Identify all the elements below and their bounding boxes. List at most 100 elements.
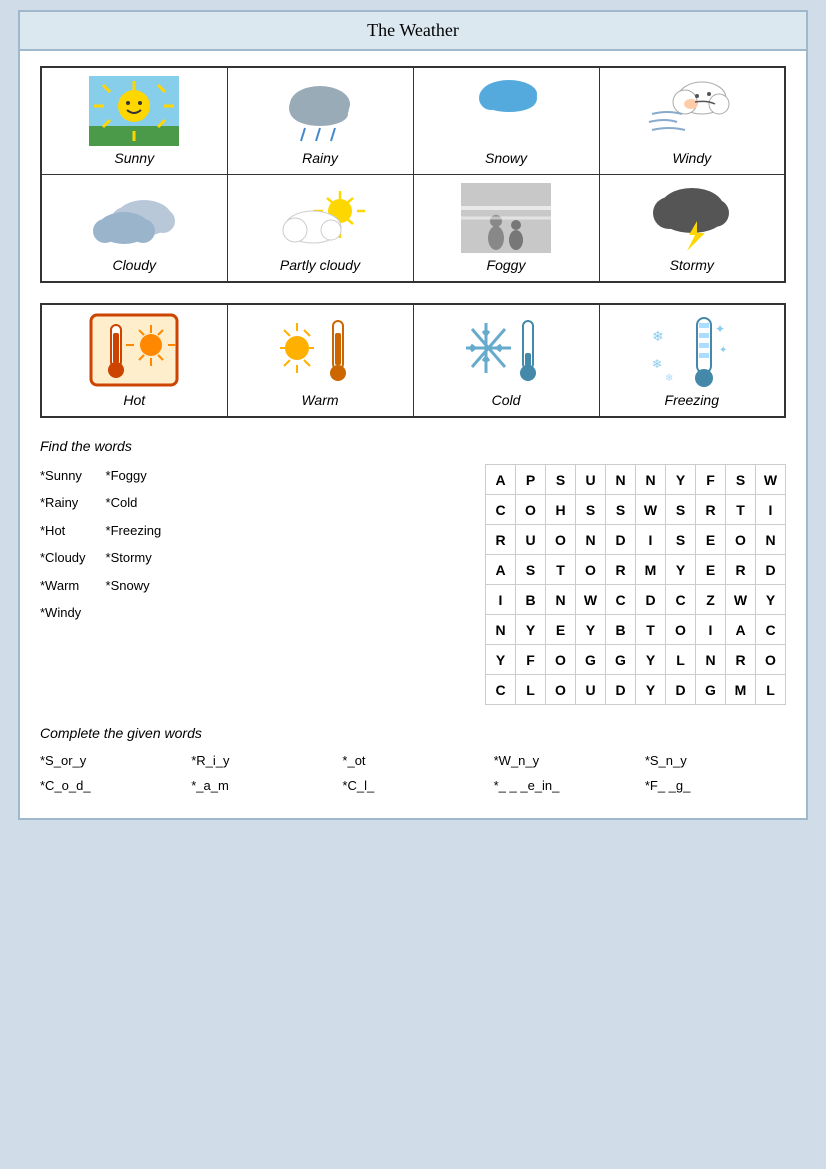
ws-cell: D (606, 525, 636, 555)
weather-label-windy: Windy (672, 150, 711, 166)
complete-row: *C_o_d_*_a_m*C_l_*_ _ _e_in_*F_ _g_ (40, 778, 786, 793)
weather-label-foggy: Foggy (487, 257, 526, 273)
weather-cell-partly-cloudy: Partly cloudy (227, 175, 413, 283)
ws-cell: N (696, 645, 726, 675)
ws-cell: Y (666, 555, 696, 585)
weather-cell-snowy: ❄ ❄ ❄ Snowy (413, 67, 599, 175)
ws-cell: D (666, 675, 696, 705)
ws-cell: I (756, 495, 786, 525)
ws-cell: W (726, 585, 756, 615)
ws-cell: Y (636, 675, 666, 705)
ws-cell: F (696, 465, 726, 495)
svg-text:❄: ❄ (519, 113, 532, 130)
ws-cell: O (756, 645, 786, 675)
ws-cell: N (576, 525, 606, 555)
weather-label-sunny: Sunny (114, 150, 154, 166)
weather-label-snowy: Snowy (485, 150, 527, 166)
ws-cell: U (516, 525, 546, 555)
ws-cell: R (486, 525, 516, 555)
ws-cell: C (486, 675, 516, 705)
ws-cell: S (666, 525, 696, 555)
word-list: *Sunny*Rainy*Hot*Cloudy*Warm*Windy *Fogg… (40, 464, 200, 705)
find-words-label: Find the words (40, 438, 786, 454)
ws-cell: N (486, 615, 516, 645)
ws-cell: Y (486, 645, 516, 675)
wordsearch-section: Find the words *Sunny*Rainy*Hot*Cloudy*W… (40, 438, 786, 705)
word-list-item: *Snowy (106, 574, 162, 597)
word-list-item: *Foggy (106, 464, 162, 487)
complete-label: Complete the given words (40, 725, 786, 741)
ws-cell: Y (636, 645, 666, 675)
ws-cell: E (696, 525, 726, 555)
ws-cell: W (576, 585, 606, 615)
ws-cell: B (516, 585, 546, 615)
svg-text:❄: ❄ (652, 328, 664, 344)
word-list-item: *Stormy (106, 546, 162, 569)
word-list-item: *Sunny (40, 464, 86, 487)
ws-cell: N (606, 465, 636, 495)
word-list-item: *Cloudy (40, 546, 86, 569)
ws-cell: S (606, 495, 636, 525)
temp-cell-cold: Cold (413, 304, 599, 417)
temp-cell-freezing: ❄ ❄ ❄ ✦ ✦ Free (599, 304, 785, 417)
ws-cell: W (756, 465, 786, 495)
ws-cell: D (636, 585, 666, 615)
complete-item: *S_or_y (40, 753, 181, 768)
word-list-item: *Hot (40, 519, 86, 542)
ws-cell: E (696, 555, 726, 585)
svg-text:✦: ✦ (715, 322, 725, 336)
weather-cell-foggy: Foggy (413, 175, 599, 283)
ws-cell: Y (666, 465, 696, 495)
ws-cell: W (636, 495, 666, 525)
ws-cell: S (666, 495, 696, 525)
ws-cell: S (546, 465, 576, 495)
ws-cell: G (696, 675, 726, 705)
weather-cell-cloudy: Cloudy (41, 175, 227, 283)
complete-item: *_ _ _e_in_ (494, 778, 635, 793)
ws-cell: R (696, 495, 726, 525)
temp-grid: Hot (40, 303, 786, 418)
complete-item: *_ot (342, 753, 483, 768)
ws-cell: A (726, 615, 756, 645)
ws-cell: O (546, 525, 576, 555)
ws-cell: S (516, 555, 546, 585)
page: The Weather (18, 10, 808, 820)
ws-cell: I (696, 615, 726, 645)
ws-cell: L (516, 675, 546, 705)
temp-label-freezing: Freezing (665, 392, 719, 408)
svg-text:✦: ✦ (719, 345, 727, 356)
complete-row: *S_or_y*R_i_y*_ot*W_n_y*S_n_y (40, 753, 786, 768)
ws-cell: O (516, 495, 546, 525)
word-col-1: *Sunny*Rainy*Hot*Cloudy*Warm*Windy (40, 464, 86, 628)
ws-cell: R (606, 555, 636, 585)
complete-item: *S_n_y (645, 753, 786, 768)
weather-label-cloudy: Cloudy (112, 257, 156, 273)
temp-cell-hot: Hot (41, 304, 227, 417)
ws-cell: H (546, 495, 576, 525)
weather-grid: Sunny Rainy (40, 66, 786, 283)
ws-cell: G (576, 645, 606, 675)
ws-cell: O (666, 615, 696, 645)
ws-cell: C (666, 585, 696, 615)
ws-cell: Y (516, 615, 546, 645)
ws-cell: T (636, 615, 666, 645)
weather-cell-sunny: Sunny (41, 67, 227, 175)
ws-cell: M (636, 555, 666, 585)
ws-cell: F (516, 645, 546, 675)
ws-cell: A (486, 555, 516, 585)
ws-cell: I (636, 525, 666, 555)
ws-cell: N (546, 585, 576, 615)
ws-cell: Y (756, 585, 786, 615)
complete-item: *_a_m (191, 778, 332, 793)
weather-label-stormy: Stormy (670, 257, 714, 273)
word-list-item: *Warm (40, 574, 86, 597)
svg-text:❄: ❄ (479, 115, 492, 132)
complete-rows: *S_or_y*R_i_y*_ot*W_n_y*S_n_y*C_o_d_*_a_… (40, 753, 786, 793)
complete-item: *F_ _g_ (645, 778, 786, 793)
weather-label-partly-cloudy: Partly cloudy (280, 257, 360, 273)
ws-cell: I (486, 585, 516, 615)
complete-item: *R_i_y (191, 753, 332, 768)
ws-cell: C (486, 495, 516, 525)
weather-label-rainy: Rainy (302, 150, 338, 166)
svg-text:❄: ❄ (652, 357, 662, 371)
